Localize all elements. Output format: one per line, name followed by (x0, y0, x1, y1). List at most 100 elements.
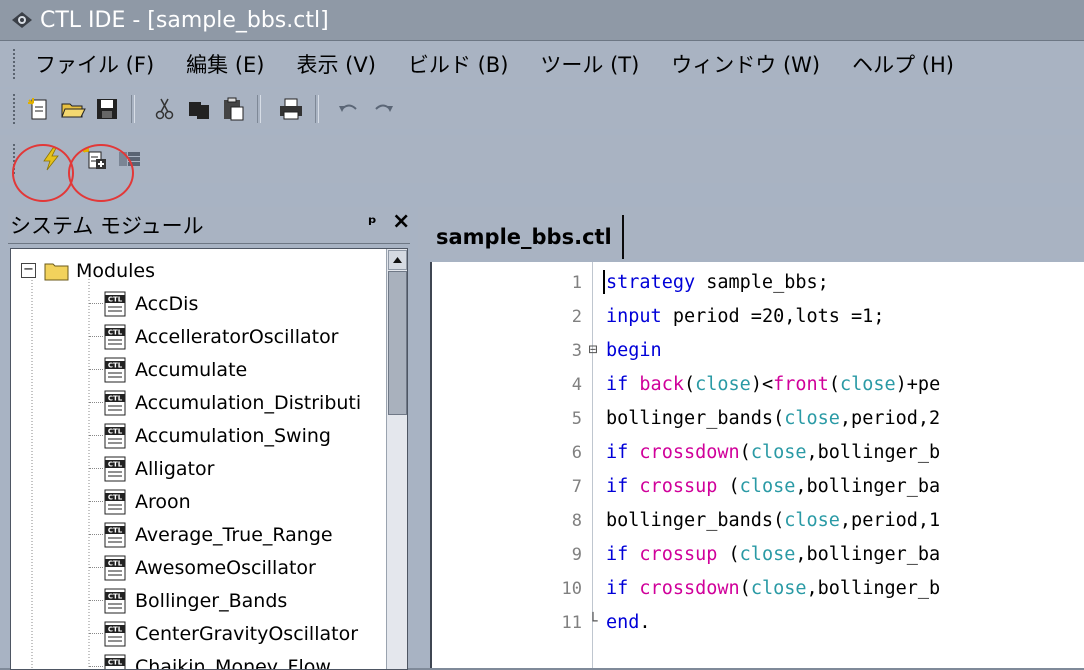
tree-item[interactable]: CTL AccelleratorOscillator (11, 320, 381, 353)
code-token (628, 476, 639, 497)
print-icon[interactable] (277, 95, 305, 123)
code-text: end. (606, 612, 651, 633)
menu-view[interactable]: 表示 (V) (296, 49, 375, 79)
tree-item[interactable]: CTLAroon (11, 485, 381, 518)
code-token: front (773, 374, 829, 395)
menu-help[interactable]: ヘルプ (H) (852, 49, 954, 79)
redo-icon[interactable] (369, 95, 397, 123)
close-icon[interactable]: × (392, 209, 410, 234)
menu-file[interactable]: ファイル (F) (35, 49, 154, 79)
ctl-file-icon: CTL (103, 588, 127, 614)
tree-item[interactable]: CTLAccumulate (11, 353, 381, 386)
svg-text:CTL: CTL (108, 526, 123, 534)
menu-tools[interactable]: ツール (T) (540, 49, 639, 79)
scrollbar-thumb[interactable] (388, 271, 407, 415)
code-line[interactable]: 1 strategy sample_bbs; (432, 269, 1084, 303)
tree-item[interactable]: CTLAccDis (11, 287, 381, 320)
code-token: ( (717, 476, 739, 497)
tree-item[interactable]: CTLAverage_True_Range (11, 518, 381, 551)
menu-grip[interactable] (13, 49, 19, 79)
code-token: crossup (639, 476, 717, 497)
tree-item[interactable]: CTLBollinger_Bands (11, 584, 381, 617)
svg-text:CTL: CTL (108, 592, 123, 600)
code-token: close (840, 374, 896, 395)
code-token: close (784, 408, 840, 429)
code-line[interactable]: 4if back(close)<front(close)+pe (432, 371, 1084, 405)
code-text: input period =20,lots =1; (606, 306, 884, 327)
open-folder-icon[interactable] (59, 95, 87, 123)
code-token: ,period,1 (840, 510, 940, 531)
tree-item[interactable]: CTLAwesomeOscillator (11, 551, 381, 584)
paste-icon[interactable] (219, 95, 247, 123)
code-text: bollinger_bands(close,period,2 (606, 408, 940, 429)
menu-build[interactable]: ビルド (B) (408, 49, 508, 79)
code-token: if (606, 442, 628, 463)
code-text: if back(close)<front(close)+pe (606, 374, 940, 395)
code-line[interactable]: 10if crossdown(close,bollinger_b (432, 575, 1084, 609)
tree-item[interactable]: CTLAccumulation_Distributi (11, 386, 381, 419)
title-bar: CTL IDE - [sample_bbs.ctl] (0, 0, 1084, 41)
tree-item-label: AccDis (135, 293, 198, 315)
collapse-toggle-icon[interactable]: − (21, 263, 36, 278)
code-editor[interactable]: 1 strategy sample_bbs; 2input period =20,l… (430, 262, 1084, 668)
code-line[interactable]: 2input period =20,lots =1; (432, 303, 1084, 337)
tree-root-modules[interactable]: − Modules (11, 254, 381, 287)
line-number: 8 (512, 511, 582, 531)
code-line[interactable]: 11└ end. (432, 609, 1084, 643)
code-token: ( (684, 374, 695, 395)
menu-window[interactable]: ウィンドウ (W) (671, 49, 820, 79)
code-line[interactable]: 8 bollinger_bands(close,period,1 (432, 507, 1084, 541)
new-file-icon[interactable] (25, 95, 53, 123)
scroll-up-arrow[interactable] (388, 250, 407, 270)
code-line[interactable]: 7if crossup (close,bollinger_ba (432, 473, 1084, 507)
toolbar-separator (257, 95, 261, 123)
tree-item[interactable]: CTLCenterGravityOscillator (11, 617, 381, 650)
code-token: ,bollinger_ba (795, 476, 940, 497)
ide-window: CTL IDE - [sample_bbs.ctl] ファイル (F) 編集 (… (0, 0, 1084, 668)
copy-icon[interactable] (185, 95, 213, 123)
pin-icon[interactable]: ᵖ (368, 213, 377, 234)
line-number: 11 (512, 613, 582, 633)
code-token: ,bollinger_b (807, 442, 941, 463)
code-token: bollinger_bands( (606, 408, 784, 429)
highlight-ring-compile (12, 144, 74, 202)
code-token: strategy (606, 272, 695, 293)
line-number: 1 (512, 273, 582, 293)
tree-item[interactable]: CTLChaikin_Money_Flow (11, 650, 381, 670)
tree-item[interactable]: CTLAccumulation_Swing (11, 419, 381, 452)
cut-icon[interactable] (151, 95, 179, 123)
code-token: period =20,lots =1; (662, 306, 885, 327)
save-icon[interactable] (93, 95, 121, 123)
code-token: if (606, 544, 628, 565)
system-module-panel-header: システム モジュール ᵖ × (8, 207, 410, 244)
tree-connector (89, 600, 103, 602)
undo-icon[interactable] (335, 95, 363, 123)
code-line[interactable]: 3⊟begin (432, 337, 1084, 371)
svg-text:CTL: CTL (108, 658, 123, 666)
code-token: ,bollinger_b (807, 578, 941, 599)
code-text: if crossup (close,bollinger_ba (606, 544, 940, 565)
menu-edit[interactable]: 編集 (E) (186, 49, 264, 79)
code-token: . (639, 612, 650, 633)
code-line[interactable]: 6if crossdown(close,bollinger_b (432, 439, 1084, 473)
toolbar-grip[interactable] (13, 94, 19, 124)
code-token: close (784, 510, 840, 531)
tab-sample-bbs[interactable]: sample_bbs.ctl (426, 215, 624, 259)
code-line[interactable]: 9if crossup (close,bollinger_ba (432, 541, 1084, 575)
code-token: sample_bbs; (695, 272, 829, 293)
toolbar-separator (315, 95, 319, 123)
tree-scrollbar[interactable] (386, 249, 407, 669)
tree-item-label: AccelleratorOscillator (135, 326, 339, 348)
code-line[interactable]: 5bollinger_bands(close,period,2 (432, 405, 1084, 439)
svg-text:CTL: CTL (108, 328, 123, 336)
fold-marker-icon[interactable]: └ (585, 612, 601, 630)
code-token (628, 544, 639, 565)
code-token: input (606, 306, 662, 327)
code-token (628, 374, 639, 395)
fold-marker-icon[interactable]: ⊟ (585, 340, 601, 358)
tree-item[interactable]: CTLAlligator (11, 452, 381, 485)
code-token: ( (740, 442, 751, 463)
code-text: bollinger_bands(close,period,1 (606, 510, 940, 531)
ctl-file-icon: CTL (103, 555, 127, 581)
build-toolbar (0, 135, 1084, 183)
